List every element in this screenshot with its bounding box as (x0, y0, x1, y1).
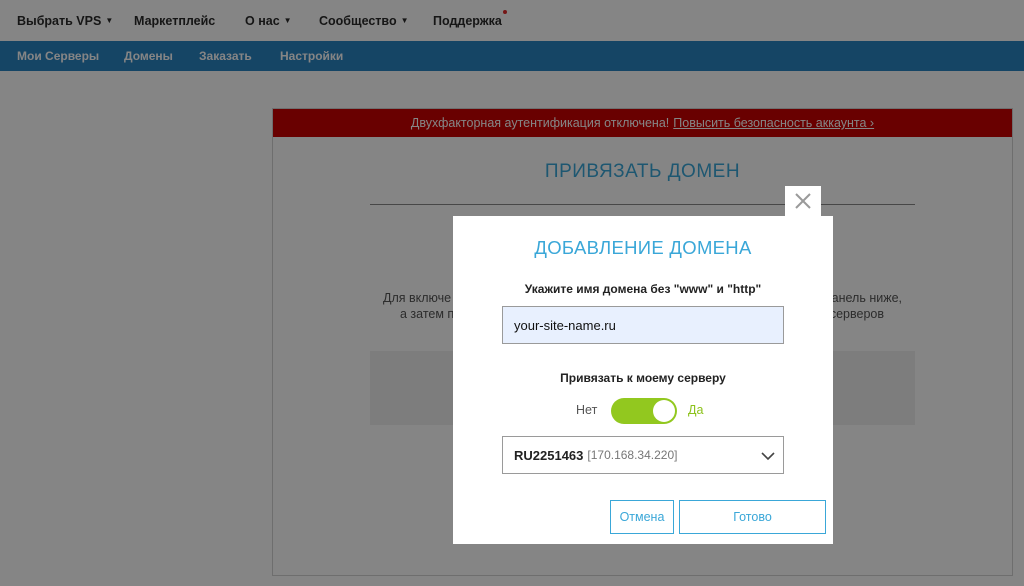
chevron-down-icon (761, 452, 775, 461)
toggle-off-label: Нет (576, 403, 598, 417)
bind-server-toggle[interactable] (611, 398, 677, 424)
bind-toggle-row: Нет Да (453, 398, 833, 424)
done-button[interactable]: Готово (679, 500, 826, 534)
server-ip: [170.168.34.220] (587, 448, 678, 462)
toggle-on-label: Да (688, 403, 704, 417)
domain-input[interactable] (502, 306, 784, 344)
modal-title: ДОБАВЛЕНИЕ ДОМЕНА (534, 237, 752, 258)
add-domain-modal: ДОБАВЛЕНИЕ ДОМЕНА Укажите имя домена без… (453, 216, 833, 544)
server-name: RU2251463 (514, 447, 584, 463)
cancel-button[interactable]: Отмена (610, 500, 674, 534)
close-button[interactable] (785, 186, 821, 216)
server-select[interactable]: RU2251463 [170.168.34.220] (502, 436, 784, 474)
close-icon (795, 193, 811, 209)
domain-label: Укажите имя домена без "www" и "http" (524, 282, 762, 296)
toggle-knob (653, 400, 675, 422)
bind-to-server-label: Привязать к моему серверу (560, 371, 726, 385)
